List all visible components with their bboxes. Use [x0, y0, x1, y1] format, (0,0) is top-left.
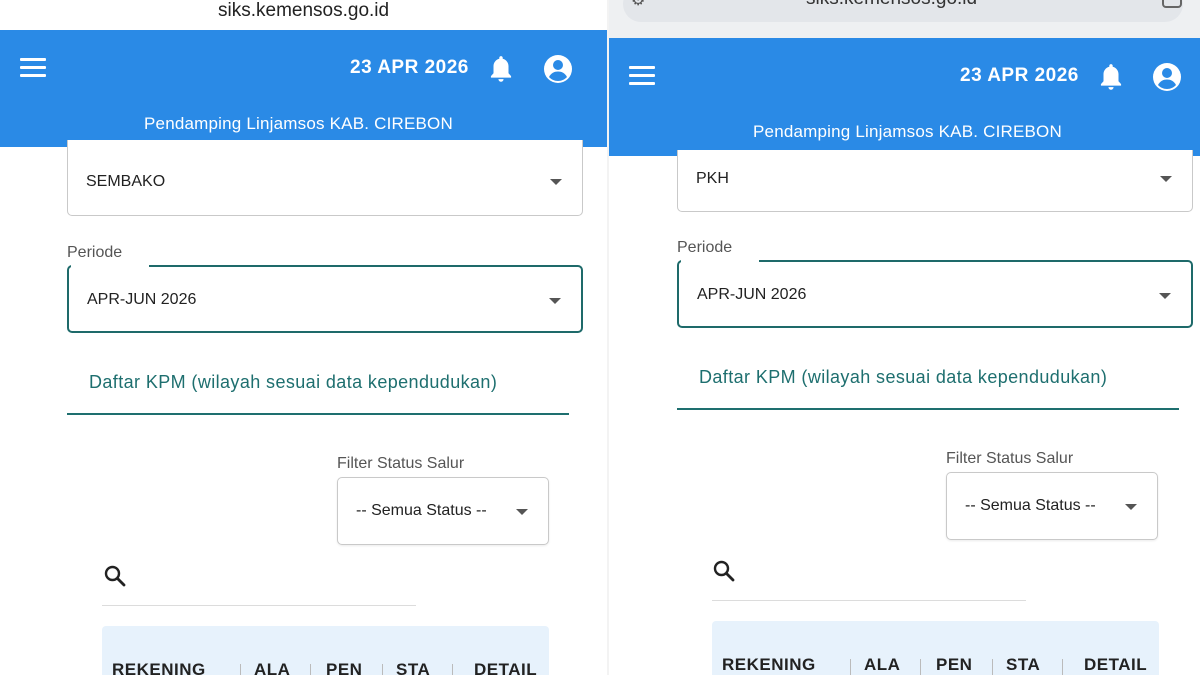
periode-select[interactable]: APR-JUN 2026 — [67, 264, 583, 333]
column-ala[interactable]: ALA — [864, 655, 900, 675]
current-date: 23 APR 2026 — [960, 65, 1079, 86]
app-subtitle: Pendamping Linjamsos KAB. CIREBON — [753, 122, 1062, 141]
column-divider — [310, 664, 311, 675]
column-rekening[interactable]: REKENING — [722, 655, 816, 675]
search-icon[interactable] — [104, 565, 126, 587]
dropdown-caret-icon — [549, 298, 561, 304]
tabs-icon[interactable] — [1162, 0, 1182, 8]
dropdown-caret-icon — [1159, 293, 1171, 299]
tab-indicator — [67, 413, 569, 415]
url-text[interactable]: siks.kemensos.go.id — [806, 0, 977, 10]
column-rekening[interactable]: REKENING — [112, 660, 206, 675]
dropdown-caret-icon — [550, 179, 562, 185]
bell-icon[interactable] — [1098, 62, 1124, 92]
filter-status-label: Filter Status Salur — [337, 455, 465, 472]
column-divider — [850, 659, 851, 675]
screenshot-right: ⚙ siks.kemensos.go.id 23 APR 2026 Pendam… — [609, 0, 1200, 675]
account-icon[interactable] — [543, 54, 573, 84]
column-pen[interactable]: PEN — [326, 660, 362, 675]
column-sta[interactable]: STA — [1006, 655, 1040, 675]
account-icon[interactable] — [1152, 62, 1182, 92]
tab-daftar-kpm[interactable]: Daftar KPM (wilayah sesuai data kependud… — [699, 367, 1107, 388]
filter-status-value: -- Semua Status -- — [965, 497, 1096, 514]
periode-label: Periode — [67, 244, 123, 261]
app-bar: 23 APR 2026 Pendamping Linjamsos KAB. CI… — [0, 30, 609, 147]
dropdown-caret-icon — [1160, 176, 1172, 182]
periode-label: Periode — [677, 239, 733, 256]
column-ala[interactable]: ALA — [254, 660, 290, 675]
screenshot-left: siks.kemensos.go.id 23 APR 2026 Pendampi… — [0, 0, 609, 675]
label-notch — [71, 264, 149, 268]
column-divider — [992, 659, 993, 675]
search-input[interactable] — [712, 600, 1026, 601]
dropdown-caret-icon — [1125, 504, 1137, 510]
app-bar: 23 APR 2026 Pendamping Linjamsos KAB. CI… — [609, 38, 1200, 156]
column-pen[interactable]: PEN — [936, 655, 972, 675]
program-select-value: SEMBAKO — [86, 173, 166, 190]
browser-url-bar[interactable]: ⚙ siks.kemensos.go.id — [609, 0, 1200, 38]
filter-status-label: Filter Status Salur — [946, 450, 1074, 467]
column-divider — [920, 659, 921, 675]
filter-status-select[interactable]: -- Semua Status -- — [337, 477, 549, 545]
program-select[interactable]: SEMBAKO — [67, 140, 583, 216]
search-input[interactable] — [102, 605, 416, 606]
search-icon[interactable] — [713, 560, 735, 582]
column-divider — [382, 664, 383, 675]
tab-daftar-kpm[interactable]: Daftar KPM (wilayah sesuai data kependud… — [89, 372, 497, 393]
program-select[interactable]: PKH — [677, 150, 1193, 212]
periode-select-value: APR-JUN 2026 — [697, 286, 807, 303]
column-divider — [1062, 659, 1063, 675]
periode-select-value: APR-JUN 2026 — [87, 291, 197, 308]
browser-url-bar[interactable]: siks.kemensos.go.id — [0, 0, 609, 30]
column-divider — [240, 664, 241, 675]
bell-icon[interactable] — [488, 54, 514, 84]
table-header: REKENING ALA PEN STA DETAIL — [712, 621, 1159, 675]
column-divider — [452, 664, 453, 675]
tab-indicator — [677, 408, 1179, 410]
periode-select[interactable]: APR-JUN 2026 — [677, 259, 1193, 328]
menu-icon[interactable] — [629, 66, 655, 86]
menu-icon[interactable] — [20, 58, 46, 78]
filter-status-value: -- Semua Status -- — [356, 502, 487, 519]
table-header: REKENING ALA PEN STA DETAIL — [102, 626, 549, 675]
app-subtitle: Pendamping Linjamsos KAB. CIREBON — [144, 114, 453, 133]
current-date: 23 APR 2026 — [350, 57, 469, 78]
column-detail[interactable]: DETAIL — [1084, 655, 1147, 675]
program-select-value: PKH — [696, 170, 729, 187]
url-text[interactable]: siks.kemensos.go.id — [218, 0, 389, 22]
filter-status-select[interactable]: -- Semua Status -- — [946, 472, 1158, 540]
column-detail[interactable]: DETAIL — [474, 660, 537, 675]
dropdown-caret-icon — [516, 509, 528, 515]
column-sta[interactable]: STA — [396, 660, 430, 675]
site-settings-icon[interactable]: ⚙ — [631, 0, 655, 9]
label-notch — [681, 259, 759, 263]
